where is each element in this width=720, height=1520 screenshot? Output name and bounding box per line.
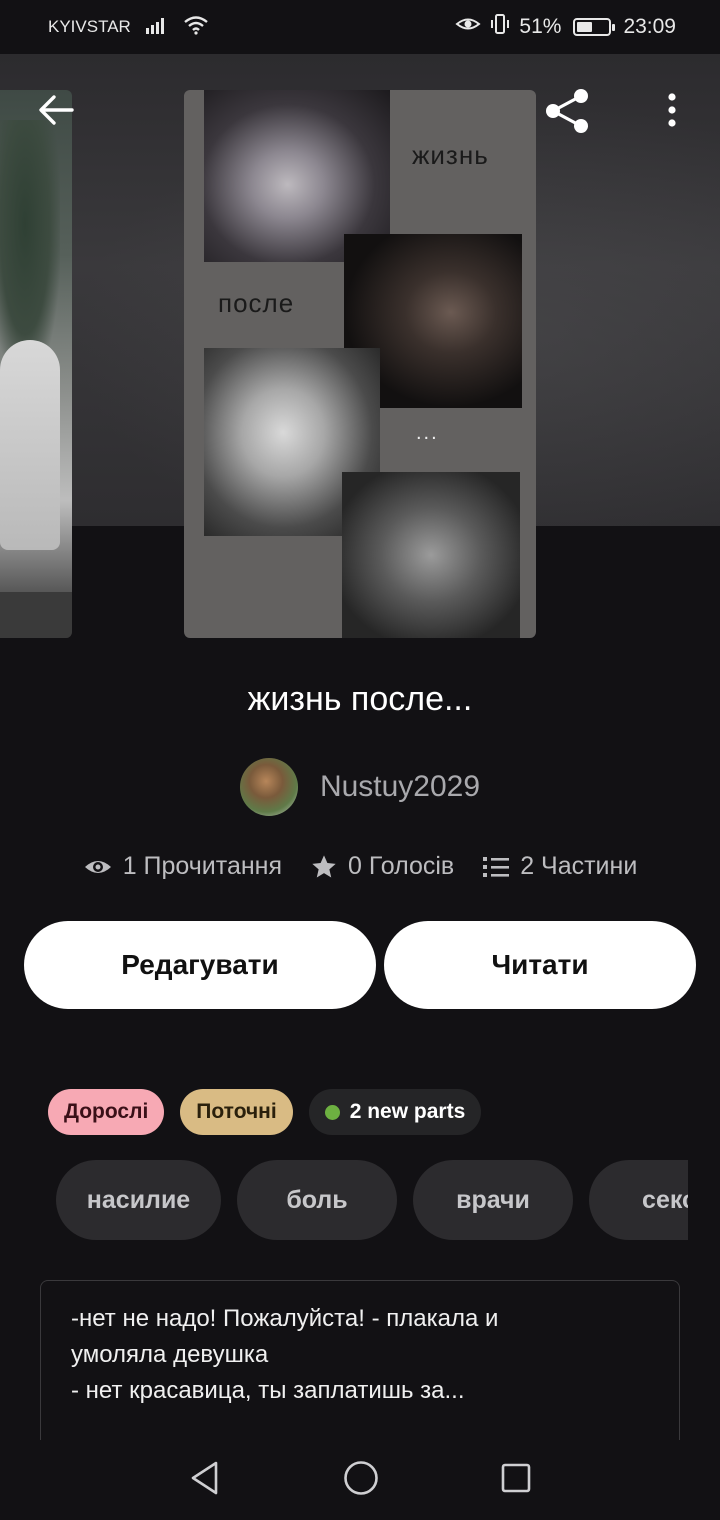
mature-badge: Дорослі — [48, 1089, 165, 1135]
status-left: KYIVSTAR — [48, 15, 209, 40]
description-line: умоляла девушка — [71, 1341, 269, 1368]
reads-count: 1 Прочитання — [122, 852, 282, 880]
story-title: жизнь после... — [247, 680, 473, 718]
adjacent-story-cover[interactable] — [0, 90, 72, 638]
description-line: - нет красавица, ты заплатишь за... — [71, 1377, 465, 1404]
eye-comfort-icon — [455, 15, 481, 39]
cover-collage-photo-glass-hands — [342, 472, 520, 638]
back-button[interactable] — [32, 88, 80, 132]
tag-chip[interactable]: врачи — [413, 1160, 573, 1240]
cover-text-ellipsis: ... — [416, 422, 439, 444]
triangle-back-icon — [191, 1461, 218, 1494]
new-parts-label: 2 new parts — [349, 1100, 466, 1123]
tag-chip[interactable]: насилие — [56, 1160, 221, 1240]
author-name[interactable]: Nustuy2029 — [320, 770, 480, 804]
system-navigation-bar — [0, 1440, 720, 1520]
tag-chip[interactable]: секс — [589, 1160, 688, 1240]
story-cover[interactable]: жизнь после ... — [184, 90, 536, 638]
battery-level — [577, 22, 593, 32]
more-options-button[interactable] — [654, 88, 690, 132]
nav-recents-button[interactable] — [500, 1462, 532, 1499]
cover-footer — [0, 592, 72, 638]
author-row[interactable]: Nustuy2029 — [0, 758, 720, 816]
back-arrow-icon — [39, 95, 74, 125]
vibrate-icon — [489, 13, 511, 41]
battery-icon — [573, 18, 616, 36]
tag-list[interactable]: насилие боль врачи секс — [56, 1160, 688, 1240]
carrier-name: KYIVSTAR — [48, 17, 131, 36]
parts-count: 2 Частини — [520, 852, 638, 880]
cover-text-after: после — [218, 288, 295, 318]
signal-icon — [145, 16, 169, 39]
more-vertical-icon — [668, 93, 676, 127]
star-icon — [312, 854, 336, 877]
share-icon — [546, 89, 588, 133]
story-stats: 1 Прочитання 0 Голосів 2 Частини — [0, 852, 720, 881]
votes-count: 0 Голосів — [348, 852, 455, 880]
list-icon — [483, 856, 510, 877]
votes-stat: 0 Голосів — [310, 852, 454, 881]
story-badges: Дорослі Поточні 2 new parts — [48, 1089, 482, 1135]
reads-stat: 1 Прочитання — [83, 852, 282, 881]
cover-figure-image — [0, 340, 60, 550]
share-button[interactable] — [540, 84, 596, 138]
status-right: 51% 23:09 — [455, 13, 676, 41]
edit-button[interactable]: Редагувати — [24, 921, 376, 1009]
story-description[interactable]: -нет не надо! Пожалуйста! - плакала и ум… — [40, 1280, 680, 1450]
eye-icon — [84, 860, 111, 873]
nav-home-button[interactable] — [342, 1459, 380, 1502]
cover-text-life: жизнь — [412, 140, 489, 170]
read-button[interactable]: Читати — [384, 921, 696, 1009]
author-avatar[interactable] — [239, 758, 298, 816]
clock: 23:09 — [623, 15, 676, 38]
battery-percent: 51% — [519, 15, 562, 38]
parts-stat: 2 Частини — [482, 852, 637, 881]
new-parts-badge: 2 new parts — [308, 1089, 482, 1135]
circle-home-icon — [344, 1460, 378, 1495]
tag-chip[interactable]: боль — [237, 1160, 397, 1240]
new-dot-icon — [324, 1104, 340, 1120]
description-line: -нет не надо! Пожалуйста! - плакала и — [71, 1305, 499, 1332]
story-details-screen: KYIVSTAR 51% 23:09 жизнь после ... жизнь… — [0, 0, 720, 1520]
nav-back-button[interactable] — [188, 1460, 222, 1501]
status-bar: KYIVSTAR 51% 23:09 — [0, 0, 720, 54]
ongoing-badge: Поточні — [180, 1089, 293, 1135]
square-recents-icon — [501, 1463, 531, 1492]
wifi-icon — [183, 15, 209, 40]
